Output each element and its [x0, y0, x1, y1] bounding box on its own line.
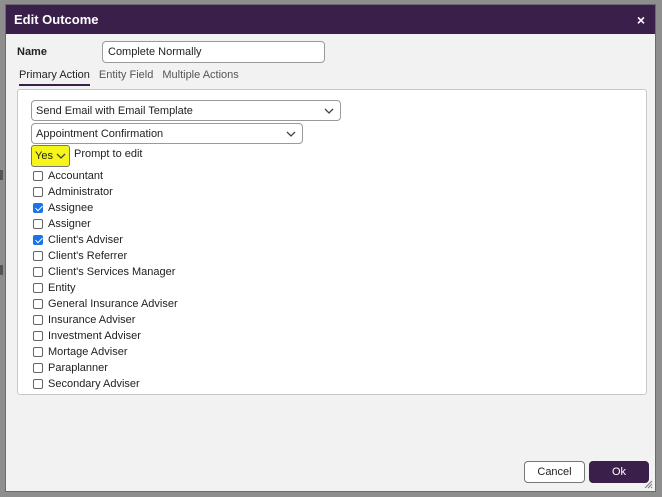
recipient-checkbox-row[interactable]: Assignee: [33, 200, 178, 216]
recipient-checkbox-row[interactable]: Client's Referrer: [33, 248, 178, 264]
checkbox[interactable]: [33, 331, 43, 341]
email-template-select[interactable]: Appointment Confirmation: [31, 123, 303, 144]
cancel-button[interactable]: Cancel: [524, 461, 585, 483]
action-type-value: Send Email with Email Template: [36, 104, 193, 117]
recipient-label: Insurance Adviser: [48, 314, 136, 326]
background-window-edge: [0, 265, 3, 275]
chevron-down-icon: [56, 153, 66, 159]
email-template-value: Appointment Confirmation: [36, 127, 164, 140]
recipient-checkbox-row[interactable]: Mortage Adviser: [33, 344, 178, 360]
recipient-checkbox-row[interactable]: Client's Services Manager: [33, 264, 178, 280]
recipient-label: Assignee: [48, 202, 94, 214]
recipient-label: Client's Adviser: [48, 234, 123, 246]
dialog-title: Edit Outcome: [14, 12, 99, 27]
edit-outcome-dialog: Edit Outcome × Name Primary Action Entit…: [5, 4, 656, 492]
action-type-select[interactable]: Send Email with Email Template: [31, 100, 341, 121]
name-row: Name: [17, 41, 325, 63]
tab-bar: Primary Action Entity Field Multiple Act…: [19, 69, 248, 86]
prompt-to-edit-label: Prompt to edit: [74, 148, 143, 160]
checkbox[interactable]: [33, 203, 43, 213]
checkbox[interactable]: [33, 235, 43, 245]
checkbox[interactable]: [33, 299, 43, 309]
tab-entity-field[interactable]: Entity Field: [99, 69, 153, 86]
checkbox[interactable]: [33, 283, 43, 293]
recipient-label: Entity: [48, 282, 76, 294]
recipient-label: Accountant: [48, 170, 104, 182]
recipient-label: Paraplanner: [48, 362, 108, 374]
ok-button[interactable]: Ok: [589, 461, 649, 483]
checkbox[interactable]: [33, 251, 43, 261]
recipient-checkbox-row[interactable]: Accountant: [33, 168, 178, 184]
recipient-checkbox-row[interactable]: Paraplanner: [33, 360, 178, 376]
checkbox[interactable]: [33, 363, 43, 373]
name-label: Name: [17, 46, 47, 58]
recipient-checkbox-row[interactable]: Secondary Adviser: [33, 376, 178, 392]
chevron-down-icon: [286, 131, 296, 137]
checkbox[interactable]: [33, 347, 43, 357]
recipient-checkbox-row[interactable]: General Insurance Adviser: [33, 296, 178, 312]
recipient-checklist: Accountant Administrator Assignee Assigner C…: [33, 168, 178, 392]
recipient-checkbox-row[interactable]: Insurance Adviser: [33, 312, 178, 328]
prompt-to-edit-select[interactable]: Yes: [31, 145, 70, 167]
recipient-label: Administrator: [48, 186, 113, 198]
tab-primary-action[interactable]: Primary Action: [19, 69, 90, 86]
name-input[interactable]: [102, 41, 325, 63]
recipient-label: Assigner: [48, 218, 91, 230]
recipient-label: Investment Adviser: [48, 330, 141, 342]
recipient-label: Secondary Adviser: [48, 378, 140, 390]
primary-action-panel: Send Email with Email Template Appointme…: [17, 89, 647, 395]
dialog-titlebar: Edit Outcome ×: [6, 5, 655, 34]
checkbox[interactable]: [33, 315, 43, 325]
checkbox[interactable]: [33, 219, 43, 229]
recipient-label: Client's Services Manager: [48, 266, 176, 278]
chevron-down-icon: [324, 108, 334, 114]
prompt-to-edit-value: Yes: [35, 150, 53, 162]
recipient-checkbox-row[interactable]: Assigner: [33, 216, 178, 232]
recipient-label: Client's Referrer: [48, 250, 128, 262]
checkbox[interactable]: [33, 379, 43, 389]
checkbox[interactable]: [33, 171, 43, 181]
checkbox[interactable]: [33, 267, 43, 277]
recipient-checkbox-row[interactable]: Administrator: [33, 184, 178, 200]
recipient-label: General Insurance Adviser: [48, 298, 178, 310]
recipient-checkbox-row[interactable]: Client's Adviser: [33, 232, 178, 248]
recipient-label: Mortage Adviser: [48, 346, 128, 358]
recipient-checkbox-row[interactable]: Entity: [33, 280, 178, 296]
tab-multiple-actions[interactable]: Multiple Actions: [162, 69, 238, 86]
recipient-checkbox-row[interactable]: Investment Adviser: [33, 328, 178, 344]
close-icon[interactable]: ×: [637, 13, 645, 27]
checkbox[interactable]: [33, 187, 43, 197]
background-window-edge: [0, 170, 3, 180]
resize-grip-icon[interactable]: [644, 480, 653, 489]
